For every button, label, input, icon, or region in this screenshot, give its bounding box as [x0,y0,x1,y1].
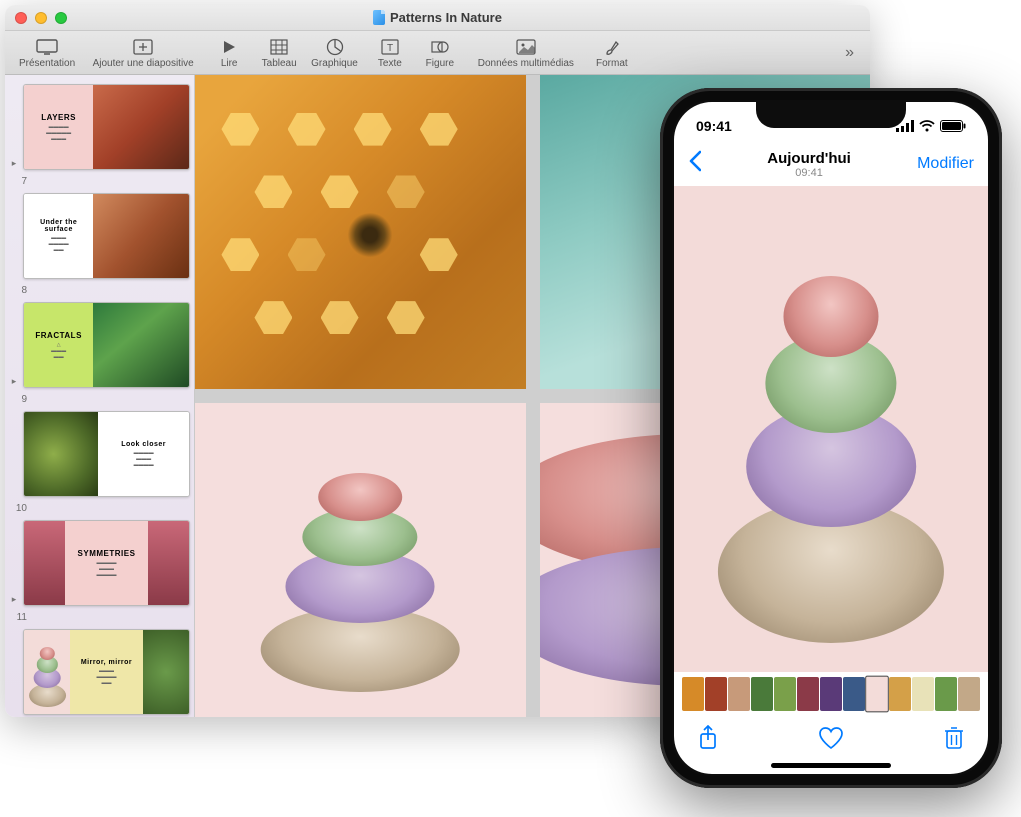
status-time: 09:41 [696,118,732,134]
disclosure-icon[interactable]: ▸ [9,156,19,170]
photo-filmstrip[interactable] [674,672,988,716]
canvas-image-honeycomb[interactable] [195,75,526,389]
filmstrip-thumb-selected[interactable] [865,676,889,713]
battery-icon [940,120,966,132]
toolbar: Présentation Ajouter une diapositive Lir… [5,31,870,75]
notch [756,102,906,128]
svg-text:T: T [387,43,393,54]
toolbar-media[interactable]: Données multimédias [466,35,586,71]
filmstrip-thumb[interactable] [820,677,842,711]
play-icon [221,37,237,57]
filmstrip-thumb[interactable] [682,677,704,711]
filmstrip-thumb[interactable] [958,677,980,711]
media-icon [516,37,536,57]
toolbar-shape[interactable]: Figure [416,35,464,71]
toolbar-add-slide[interactable]: Ajouter une diapositive [83,35,203,71]
text-icon: T [381,37,399,57]
chart-icon [326,37,344,57]
toolbar-text[interactable]: T Texte [366,35,414,71]
slide-thumb-9[interactable]: ▸ FRACTALS △▬▬▬▬▬ [9,299,190,391]
filmstrip-thumb[interactable] [774,677,796,711]
trash-button[interactable] [944,726,964,755]
toolbar-format[interactable]: Format [588,35,636,71]
titlebar[interactable]: Patterns In Nature [5,5,870,31]
filmstrip-thumb[interactable] [751,677,773,711]
iphone-screen: 09:41 Aujourd'hui 09:41 Modif [674,102,988,774]
slide-thumb-12[interactable]: Mirror, mirror ▬▬▬▬▬▬▬▬▬ [9,626,190,717]
slide-thumb-7[interactable]: ▸ LAYERS ▬▬▬▬▬▬▬▬▬▬▬▬ [9,81,190,173]
photos-nav-bar: Aujourd'hui 09:41 Modifier [674,142,988,186]
filmstrip-thumb[interactable] [843,677,865,711]
shape-icon [431,37,449,57]
table-icon [270,37,288,57]
display-icon [36,37,58,57]
home-indicator[interactable] [771,763,891,768]
slide-thumb-11[interactable]: ▸ SYMMETRIES ▬▬▬▬▬▬▬▬▬▬▬ [9,517,190,609]
toolbar-play[interactable]: Lire [205,35,253,71]
brush-icon [604,37,620,57]
filmstrip-thumb[interactable] [912,677,934,711]
plus-icon [133,37,153,57]
toolbar-table[interactable]: Tableau [255,35,303,71]
document-title: Patterns In Nature [390,10,502,25]
toolbar-presentation[interactable]: Présentation [13,35,81,71]
toolbar-overflow[interactable]: » [837,44,862,62]
iphone-device: 09:41 Aujourd'hui 09:41 Modif [660,88,1002,788]
disclosure-icon[interactable]: ▸ [9,592,19,606]
filmstrip-thumb[interactable] [728,677,750,711]
slide-thumb-8[interactable]: Under the surface ▬▬▬▬▬▬▬▬▬ [9,190,190,282]
canvas-image-urchins[interactable] [195,403,526,717]
filmstrip-thumb[interactable] [797,677,819,711]
photo-viewer[interactable] [674,186,988,672]
disclosure-icon[interactable]: ▸ [9,374,19,388]
photos-toolbar [674,716,988,764]
slide-navigator[interactable]: ▸ LAYERS ▬▬▬▬▬▬▬▬▬▬▬▬ 7 Under the surfac… [5,75,195,717]
filmstrip-thumb[interactable] [705,677,727,711]
window-title: Patterns In Nature [5,10,870,25]
filmstrip-thumb[interactable] [935,677,957,711]
favorite-button[interactable] [818,726,844,755]
share-button[interactable] [698,725,718,756]
document-icon [373,10,385,25]
toolbar-chart[interactable]: Graphique [305,35,364,71]
nav-title-group: Aujourd'hui 09:41 [767,150,851,179]
back-button[interactable] [688,150,701,178]
filmstrip-thumb[interactable] [889,677,911,711]
wifi-icon [919,120,935,132]
edit-button[interactable]: Modifier [917,155,974,173]
slide-thumb-10[interactable]: Look closer ▬▬▬▬▬▬▬▬▬▬▬ [9,408,190,500]
